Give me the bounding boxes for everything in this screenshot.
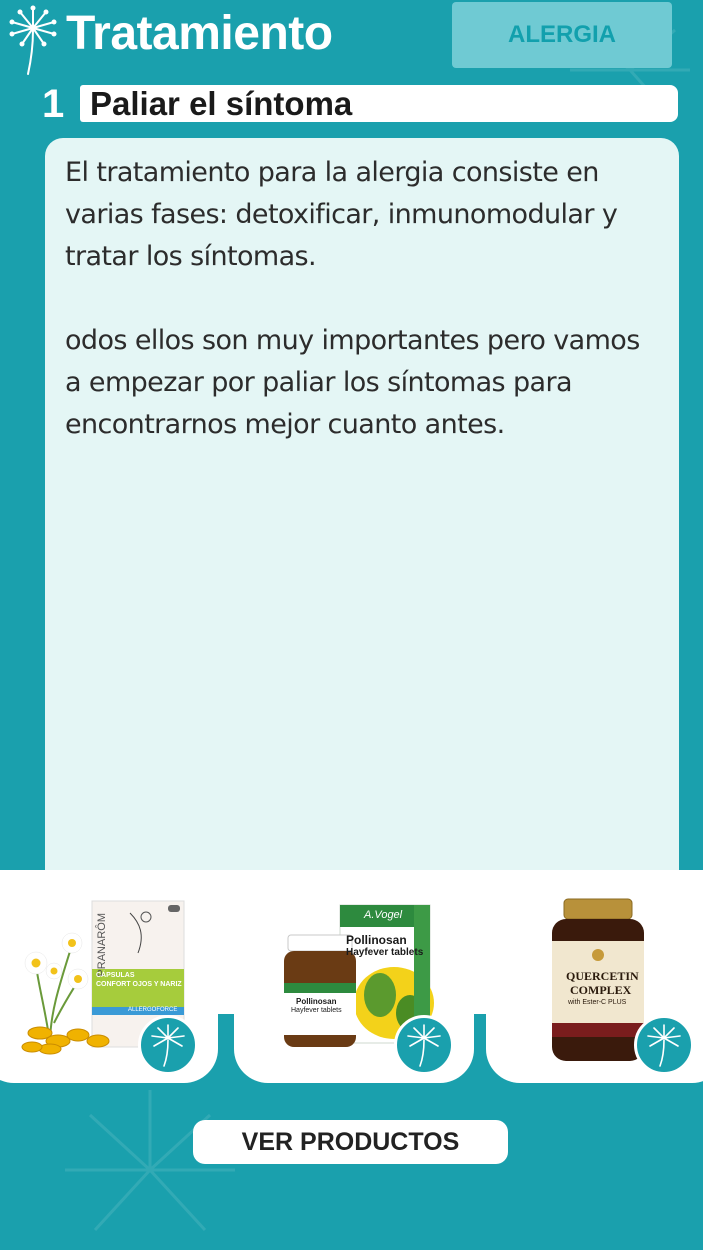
dandelion-icon xyxy=(9,5,57,75)
header: Tratamiento ALERGIA xyxy=(0,0,703,80)
step-number: 1 xyxy=(42,82,65,126)
product-label: Pollinosan xyxy=(296,997,337,1006)
content-card: El tratamiento para la alergia consiste … xyxy=(45,138,679,898)
product-label: Hayfever tablets xyxy=(346,947,424,958)
content-paragraph: El tratamiento para la alergia consiste … xyxy=(65,157,618,272)
product-label: COMPLEX xyxy=(570,983,632,997)
page-title: Tratamiento xyxy=(66,7,333,60)
category-tag[interactable]: ALERGIA xyxy=(452,2,672,68)
step-heading: Paliar el síntoma xyxy=(80,85,678,122)
product-sublabel: with Ester-C PLUS xyxy=(568,999,627,1006)
product-brand: A.Vogel xyxy=(364,909,403,921)
product-card-solgar[interactable]: QUERCETIN COMPLEX with Ester-C PLUS xyxy=(486,873,703,1083)
dandelion-icon xyxy=(647,1024,681,1067)
dandelion-icon xyxy=(407,1024,441,1067)
product-card-avogel[interactable]: A.Vogel Pollinosan Hayfever tablets Poll… xyxy=(234,873,474,1083)
content-paragraph: odos ellos son muy importantes pero vamo… xyxy=(65,325,640,440)
view-products-button[interactable]: VER PRODUCTOS xyxy=(193,1120,508,1164)
product-card-pranarom[interactable]: PRANARÔM CÁPSULAS CONFORT OJOS Y NARIZ A… xyxy=(0,873,218,1083)
product-sublabel: ALLERGOFORCE xyxy=(128,1007,178,1013)
product-label: Pollinosan xyxy=(346,933,407,947)
product-label: CONFORT OJOS Y NARIZ xyxy=(96,981,182,988)
product-brand: PRANARÔM xyxy=(96,913,108,977)
product-badge xyxy=(634,1015,694,1075)
product-label: Hayfever tablets xyxy=(291,1007,342,1014)
step-title: Paliar el síntoma xyxy=(90,84,353,122)
product-label: CÁPSULAS xyxy=(96,972,135,979)
dandelion-icon xyxy=(151,1024,185,1067)
product-badge xyxy=(394,1015,454,1075)
product-badge xyxy=(138,1015,198,1075)
product-label: QUERCETIN xyxy=(566,969,639,983)
